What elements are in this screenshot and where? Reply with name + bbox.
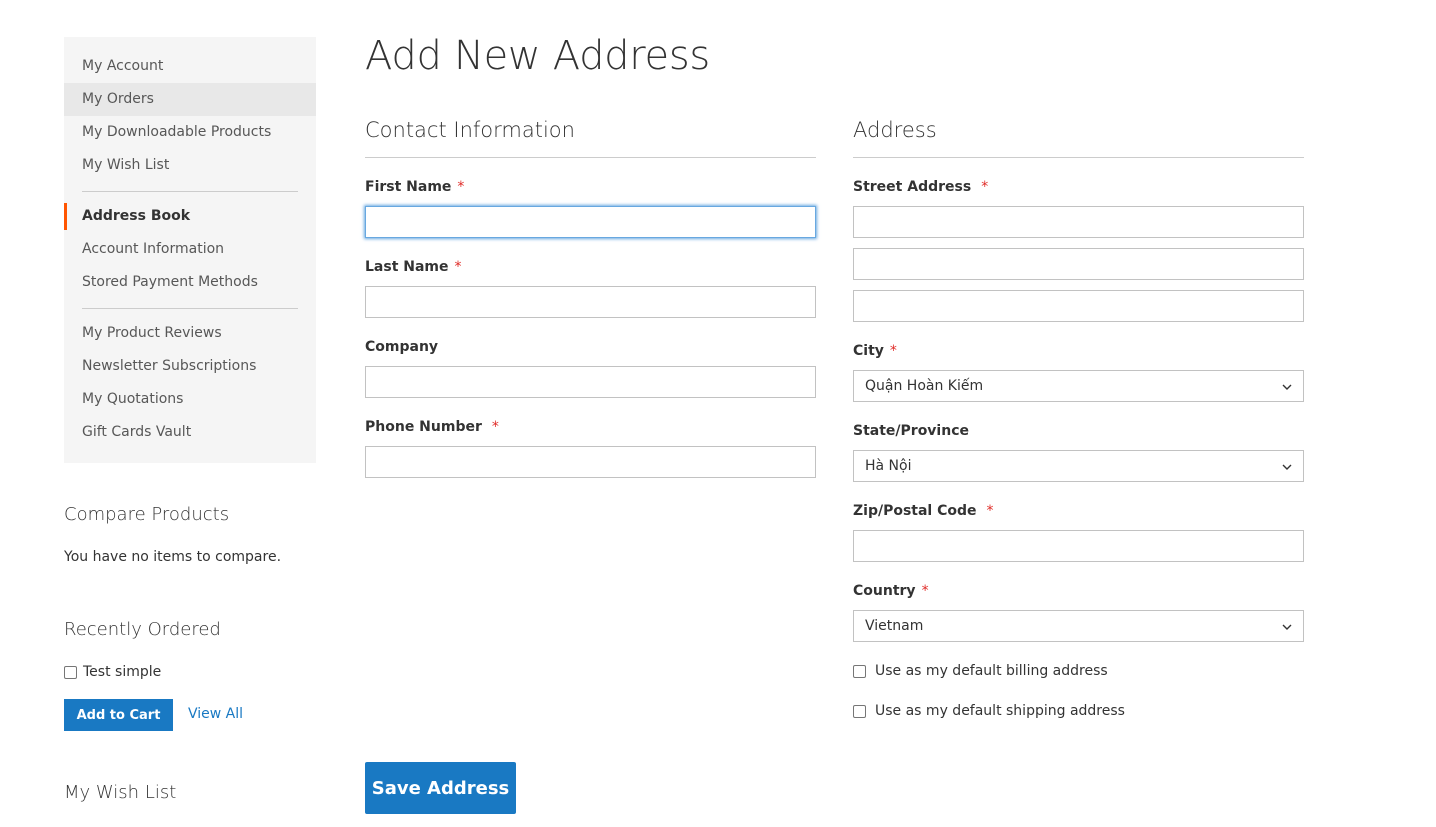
street-address-line-1-input[interactable]: [853, 206, 1304, 238]
state-province-select[interactable]: Hà Nội: [853, 450, 1304, 482]
street-address-label: Street Address *: [853, 179, 988, 195]
country-select[interactable]: Vietnam: [853, 610, 1304, 642]
street-address-line-2-input[interactable]: [853, 248, 1304, 280]
street-address-line-3-input[interactable]: [853, 290, 1304, 322]
city-select-value: Quận Hoàn Kiếm: [865, 378, 984, 394]
required-marker: *: [889, 343, 897, 359]
recently-ordered-title: Recently Ordered: [64, 619, 221, 640]
nav-account-information[interactable]: Account Information: [64, 233, 316, 266]
first-name-label: First Name *: [365, 179, 464, 195]
nav-newsletter-subscriptions[interactable]: Newsletter Subscriptions: [64, 350, 316, 383]
default-billing-label: Use as my default billing address: [875, 663, 1108, 679]
save-address-button[interactable]: Save Address: [365, 762, 516, 814]
required-marker: *: [921, 583, 929, 599]
zip-postal-code-label-text: Zip/Postal Code: [853, 503, 977, 519]
contact-information-fieldset: Contact Information: [365, 118, 816, 158]
contact-information-legend: Contact Information: [365, 118, 816, 158]
nav-my-product-reviews[interactable]: My Product Reviews: [64, 317, 316, 350]
address-fieldset: Address: [853, 118, 1304, 158]
phone-number-label-text: Phone Number: [365, 419, 482, 435]
nav-my-account[interactable]: My Account: [64, 50, 316, 83]
city-label-text: City: [853, 343, 884, 359]
state-province-select-value: Hà Nội: [865, 458, 912, 474]
address-legend: Address: [853, 118, 1304, 158]
phone-number-label: Phone Number *: [365, 419, 499, 435]
company-label: Company: [365, 339, 439, 355]
default-shipping-checkbox[interactable]: [853, 704, 866, 718]
last-name-input[interactable]: [365, 286, 816, 318]
required-marker: *: [454, 259, 462, 275]
state-province-label: State/Province: [853, 423, 969, 439]
default-billing-option[interactable]: Use as my default billing address: [853, 663, 1108, 679]
page-title: Add New Address: [365, 33, 710, 79]
required-marker: *: [491, 419, 499, 435]
add-to-cart-button[interactable]: Add to Cart: [64, 699, 173, 731]
nav-my-wish-list[interactable]: My Wish List: [64, 149, 316, 182]
nav-address-book[interactable]: Address Book: [64, 200, 316, 233]
last-name-label-text: Last Name: [365, 259, 449, 275]
zip-postal-code-input[interactable]: [853, 530, 1304, 562]
default-billing-checkbox[interactable]: [853, 664, 866, 678]
phone-number-input[interactable]: [365, 446, 816, 478]
first-name-input[interactable]: [365, 206, 816, 238]
chevron-down-icon: [1282, 624, 1292, 630]
zip-postal-code-label: Zip/Postal Code *: [853, 503, 994, 519]
first-name-label-text: First Name: [365, 179, 452, 195]
nav-divider: [82, 308, 298, 309]
wishlist-block-title: My Wish List: [64, 782, 177, 803]
nav-my-quotations[interactable]: My Quotations: [64, 383, 316, 416]
city-select[interactable]: Quận Hoàn Kiếm: [853, 370, 1304, 402]
chevron-down-icon: [1282, 384, 1292, 390]
required-marker: *: [981, 179, 989, 195]
city-label: City *: [853, 343, 897, 359]
recently-ordered-item[interactable]: Test simple: [64, 664, 161, 680]
nav-my-orders[interactable]: My Orders: [64, 83, 316, 116]
country-label-text: Country: [853, 583, 916, 599]
default-shipping-option[interactable]: Use as my default shipping address: [853, 703, 1125, 719]
compare-empty-text: You have no items to compare.: [64, 549, 282, 565]
company-input[interactable]: [365, 366, 816, 398]
street-address-label-text: Street Address: [853, 179, 972, 195]
compare-products-title: Compare Products: [64, 504, 230, 525]
country-label: Country *: [853, 583, 929, 599]
view-all-link[interactable]: View All: [188, 706, 243, 722]
required-marker: *: [986, 503, 994, 519]
nav-my-downloadable-products[interactable]: My Downloadable Products: [64, 116, 316, 149]
chevron-down-icon: [1282, 464, 1292, 470]
country-select-value: Vietnam: [865, 618, 924, 634]
account-nav: My Account My Orders My Downloadable Pro…: [64, 37, 316, 463]
recently-ordered-checkbox[interactable]: [64, 665, 77, 679]
required-marker: *: [457, 179, 465, 195]
nav-gift-cards-vault[interactable]: Gift Cards Vault: [64, 416, 316, 449]
nav-divider: [82, 191, 298, 192]
default-shipping-label: Use as my default shipping address: [875, 703, 1125, 719]
nav-stored-payment-methods[interactable]: Stored Payment Methods: [64, 266, 316, 299]
last-name-label: Last Name *: [365, 259, 462, 275]
recently-ordered-item-label: Test simple: [83, 664, 162, 680]
